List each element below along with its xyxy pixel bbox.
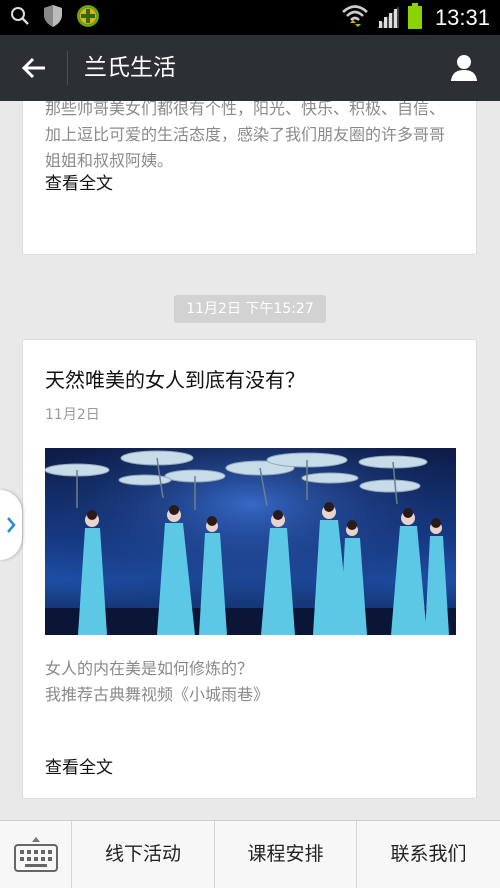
back-button[interactable] [12, 48, 56, 88]
search-icon [10, 6, 30, 30]
signal-icon [375, 4, 401, 32]
page-title: 兰氏生活 [84, 55, 176, 81]
article-summary: 女人的内在美是如何修炼的？ 我推荐古典舞视频《小城雨巷》 [45, 656, 455, 708]
status-bar: 13:31 [0, 0, 500, 35]
title-bar: 兰氏生活 [0, 35, 500, 101]
article-cover-image[interactable] [45, 448, 456, 635]
plus-badge-icon [76, 4, 100, 32]
read-more-link[interactable]: 查看全文 [45, 169, 113, 194]
menu-contact-us[interactable]: 联系我们 [357, 821, 500, 888]
menu-course-schedule[interactable]: 课程安排 [215, 821, 357, 888]
chevron-right-icon [7, 517, 16, 533]
message-feed[interactable]: 那些帅哥美女们都很有个性，阳光、快乐、积极、自信、加上逗比可爱的生活态度，感染了… [0, 101, 500, 820]
keyboard-toggle-button[interactable] [0, 821, 72, 888]
article-summary: 那些帅哥美女们都很有个性，阳光、快乐、积极、自信、加上逗比可爱的生活态度，感染了… [45, 101, 446, 170]
keyboard-icon [13, 836, 58, 872]
wifi-icon [341, 3, 369, 33]
bottom-menu: 线下活动 课程安排 联系我们 [0, 820, 500, 888]
article-card[interactable]: 那些帅哥美女们都很有个性，阳光、快乐、积极、自信、加上逗比可爱的生活态度，感染了… [22, 101, 477, 255]
shield-icon [42, 4, 64, 32]
summary-line: 女人的内在美是如何修炼的？ [45, 659, 254, 678]
read-more-link[interactable]: 查看全文 [45, 753, 113, 778]
title-divider [67, 51, 68, 85]
dancers-illustration [45, 448, 456, 635]
timestamp-chip: 11月2日 下午15:27 [174, 295, 326, 323]
drawer-handle[interactable] [0, 490, 22, 560]
profile-button[interactable] [442, 48, 486, 88]
article-card[interactable]: 天然唯美的女人到底有没有？ 11月2日 女人的内在美是如何修炼的？ 我推荐古典舞… [22, 339, 477, 799]
person-icon [451, 55, 477, 81]
battery-icon [407, 2, 423, 33]
arrow-left-icon [21, 57, 45, 79]
summary-line: 我推荐古典舞视频《小城雨巷》 [45, 685, 270, 704]
menu-offline-events[interactable]: 线下活动 [72, 821, 215, 888]
article-title[interactable]: 天然唯美的女人到底有没有？ [45, 364, 305, 393]
article-date: 11月2日 [45, 407, 100, 423]
status-time: 13:31 [434, 4, 490, 30]
